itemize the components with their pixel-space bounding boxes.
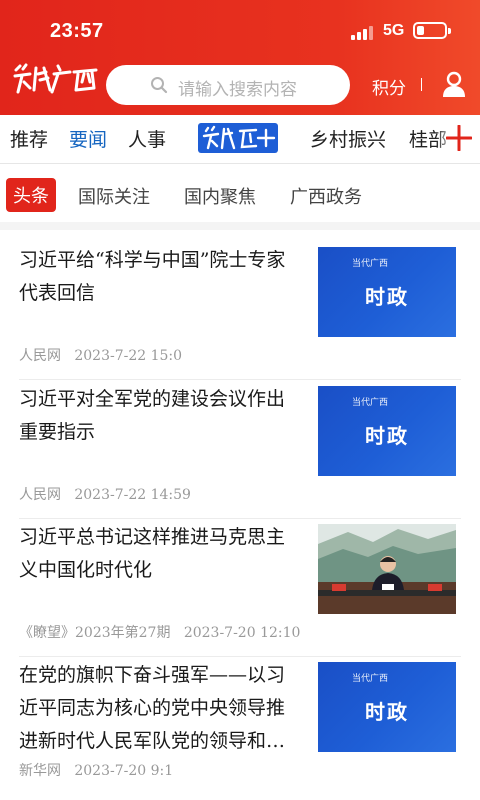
news-thumbnail: 当代广西时政: [318, 247, 456, 337]
news-source: 人民网: [19, 348, 61, 364]
thumb-brand: 当代广西: [352, 398, 389, 408]
news-date: 2023-7-22 14:59: [74, 487, 191, 503]
news-meta: 人民网 2023-7-22 14:59: [19, 484, 191, 504]
thumb-brand: 当代广西: [352, 674, 389, 684]
user-icon[interactable]: [440, 70, 468, 98]
subtab-guangxi-affairs[interactable]: 广西政务: [290, 183, 362, 209]
news-meta: 《瞭望》2023年第27期 2023-7-20 12:10: [19, 622, 300, 642]
news-thumbnail: 当代广西时政: [318, 386, 456, 476]
news-date: 2023-7-20 9:1: [74, 763, 174, 779]
news-photo: [318, 524, 456, 614]
app-header: 23:57 5G 请输入搜索内容 积分: [0, 0, 480, 115]
search-icon: [151, 77, 168, 94]
news-date: 2023-7-22 15:0: [74, 348, 183, 364]
tab-key-news[interactable]: 要闻: [69, 125, 107, 152]
tab-rural-revitalization[interactable]: 乡村振兴: [310, 125, 386, 152]
item-separator: [19, 518, 461, 519]
news-item[interactable]: 习近平总书记这样推进马克思主义中国化时代化 《瞭望》2023年第27期 2023…: [0, 521, 480, 661]
news-date: 2023-7-20 12:10: [183, 625, 301, 641]
news-title: 习近平总书记这样推进马克思主义中国化时代化: [19, 526, 286, 581]
add-channel-icon[interactable]: [446, 125, 472, 151]
news-title: 习近平给“科学与中国”院士专家代表回信: [19, 249, 286, 304]
news-source: 《瞭望》2023年第27期: [19, 625, 171, 641]
thumb-label: 时政: [365, 424, 409, 448]
subtab-international[interactable]: 国际关注: [78, 183, 150, 209]
item-separator: [19, 656, 461, 657]
news-item[interactable]: 在党的旗帜下奋斗强军——以习近平同志为核心的党中央领导推进新时代人民军队党的领导…: [0, 659, 480, 799]
status-bar: 23:57 5G: [0, 0, 480, 62]
header-divider: [421, 78, 422, 91]
item-separator: [19, 379, 461, 380]
news-title: 在党的旗帜下奋斗强军——以习近平同志为核心的党中央领导推进新时代人民军队党的领导…: [19, 664, 286, 752]
battery-icon: [413, 22, 451, 39]
news-meta: 新华网 2023-7-20 9:1: [19, 760, 173, 780]
news-item[interactable]: 习近平对全军党的建设会议作出重要指示 人民网 2023-7-22 14:59 当…: [0, 383, 480, 523]
channel-tabs: 推荐 要闻 人事 乡村振兴 桂部: [0, 115, 480, 164]
news-source: 新华网: [19, 763, 61, 779]
app-logo: [13, 63, 98, 94]
status-time: 23:57: [50, 20, 104, 42]
tab-dangdai-plus[interactable]: [194, 120, 282, 156]
subtab-headline[interactable]: 头条: [6, 178, 56, 212]
news-item[interactable]: 习近平给“科学与中国”院士专家代表回信 人民网 2023-7-22 15:0 当…: [0, 244, 480, 384]
sub-tabs: 头条 国际关注 国内聚焦 广西政务: [0, 164, 480, 222]
app-screen: 23:57 5G 请输入搜索内容 积分 推荐 要闻 人事 乡村振兴 桂部 头条 …: [0, 0, 480, 800]
news-title: 习近平对全军党的建设会议作出重要指示: [19, 388, 286, 443]
thumb-brand: 当代广西: [352, 259, 389, 269]
tab-personnel[interactable]: 人事: [128, 125, 166, 152]
signal-icon: [351, 24, 375, 40]
network-label: 5G: [383, 22, 405, 39]
news-meta: 人民网 2023-7-22 15:0: [19, 345, 182, 365]
thumb-label: 时政: [365, 285, 409, 309]
search-placeholder: 请输入搜索内容: [178, 80, 297, 100]
points-button[interactable]: 积分: [372, 74, 406, 99]
news-thumbnail: 当代广西时政: [318, 662, 456, 752]
news-thumbnail: [318, 524, 456, 614]
divider: [0, 222, 480, 230]
tab-recommend[interactable]: 推荐: [10, 125, 48, 152]
search-bar[interactable]: 请输入搜索内容: [106, 65, 350, 105]
news-source: 人民网: [19, 487, 61, 503]
subtab-domestic[interactable]: 国内聚焦: [184, 183, 256, 209]
thumb-label: 时政: [365, 700, 409, 724]
